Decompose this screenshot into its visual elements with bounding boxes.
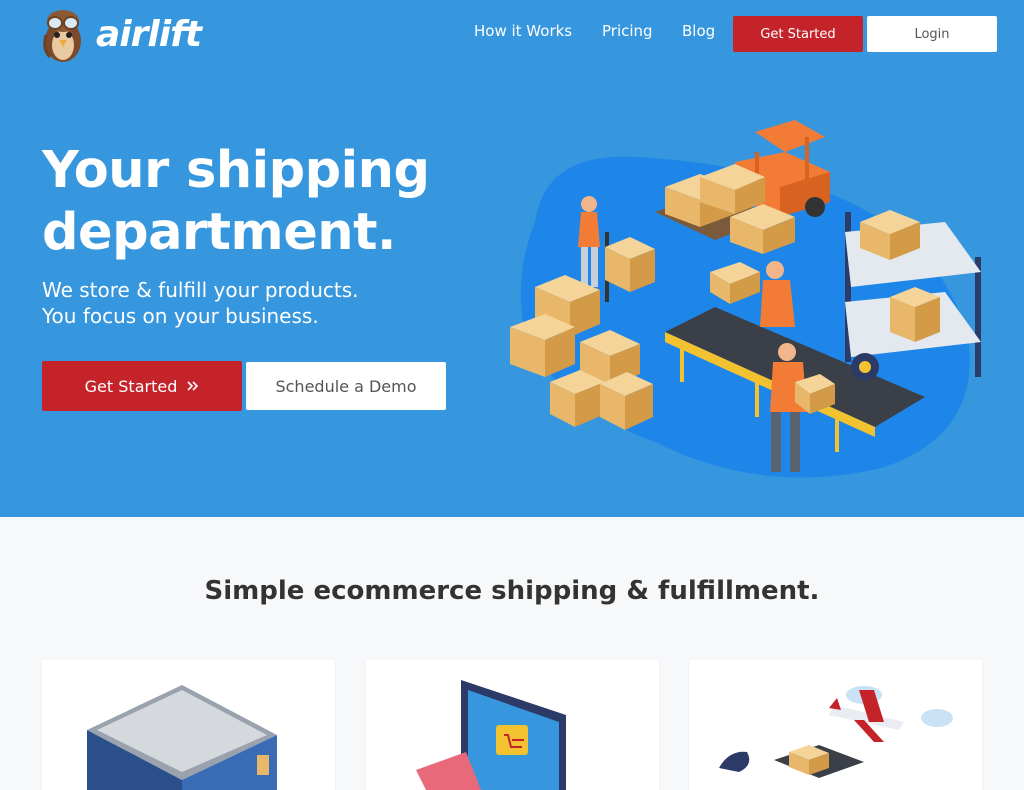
warehouse-isometric-illustration [510,120,981,478]
feature-card-warehouse[interactable] [42,660,335,790]
feature-card-shipping[interactable] [689,660,982,790]
nav-link-how-it-works[interactable]: How it Works [474,22,572,40]
online-store-monitor-illustration [416,680,566,790]
features-section-title: Simple ecommerce shipping & fulfillment. [204,576,820,606]
brand-logo[interactable]: airlift [40,5,202,65]
nav-link-pricing[interactable]: Pricing [602,22,653,40]
hero-subtitle: We store & fulfill your products. You fo… [42,277,359,329]
hero-section: airlift How it Works Pricing Blog Get St… [0,0,1024,517]
warehouse-box-illustration [87,685,277,790]
hero-title: Your shipping department. [42,140,502,264]
double-chevron-right-icon [187,381,199,391]
nav-get-started-button[interactable]: Get Started [733,16,863,52]
hero-subtitle-line-1: We store & fulfill your products. [42,278,359,302]
nav-login-button[interactable]: Login [867,16,997,52]
hero-title-line-1: Your shipping [42,141,430,200]
shipping-plane-illustration [719,686,953,778]
hero-get-started-button[interactable]: Get Started [42,361,242,411]
brand-name: airlift [96,14,202,55]
schedule-demo-button[interactable]: Schedule a Demo [246,362,446,410]
hero-subtitle-line-2: You focus on your business. [42,304,319,328]
pilot-bird-icon [43,10,81,62]
nav-link-blog[interactable]: Blog [682,22,715,40]
hero-title-line-2: department. [42,203,396,262]
top-navbar: airlift How it Works Pricing Blog Get St… [0,0,1024,68]
feature-card-online-store[interactable] [366,660,659,790]
hero-get-started-label: Get Started [84,376,178,396]
